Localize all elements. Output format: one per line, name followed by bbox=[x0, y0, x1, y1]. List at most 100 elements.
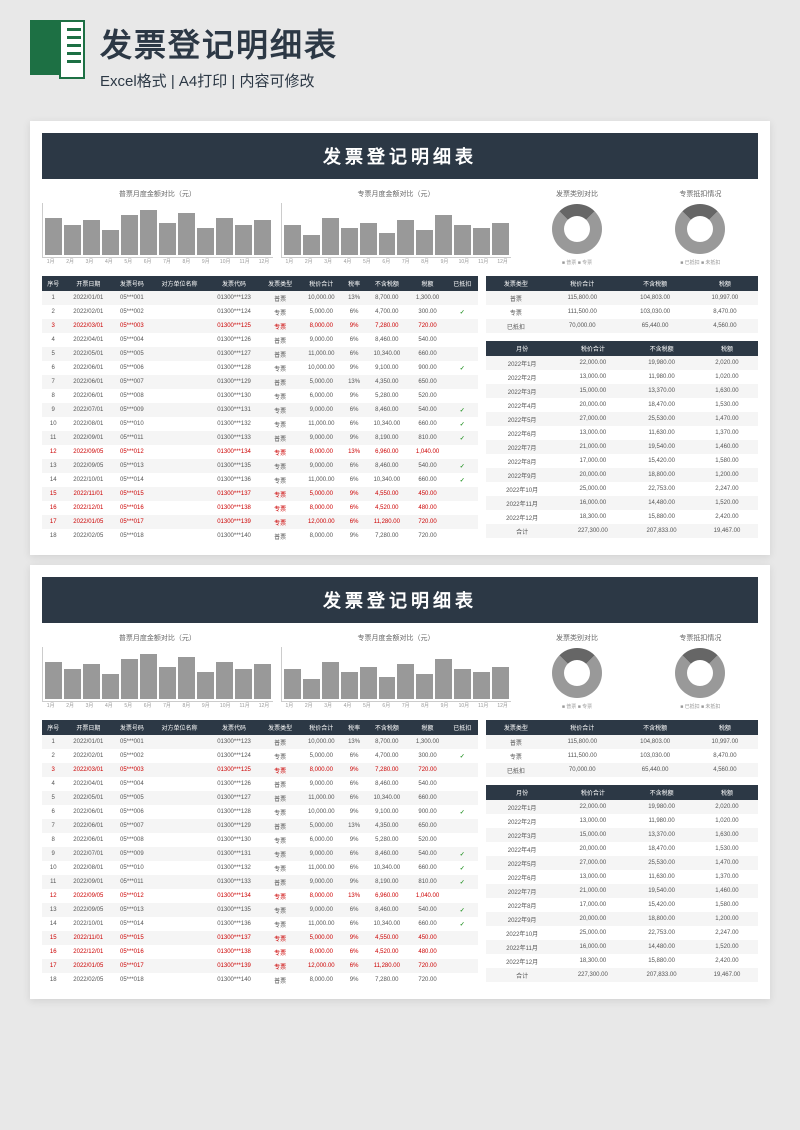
table-cell: 05***004 bbox=[112, 777, 151, 791]
table-cell: 2022/09/05 bbox=[64, 459, 112, 473]
table-cell: 2,020.00 bbox=[696, 356, 758, 370]
table-cell: 01300***131 bbox=[208, 403, 261, 417]
table-cell: 450.00 bbox=[408, 931, 446, 945]
table-cell: 14 bbox=[42, 917, 64, 931]
table-cell: 2022年10月 bbox=[486, 926, 559, 940]
table-cell: 10,340.00 bbox=[365, 791, 408, 805]
table-cell bbox=[151, 791, 207, 805]
table-cell: 18,470.00 bbox=[627, 398, 696, 412]
spreadsheet-preview: 发票登记明细表 普票月度金额对比（元） 1月2月3月4月5月6月7月8月9月10… bbox=[30, 565, 770, 999]
table-cell: 70,000.00 bbox=[546, 319, 618, 333]
table-row: 162022/12/0105***01601300***138专票8,000.0… bbox=[42, 501, 478, 515]
table-cell: 9% bbox=[343, 389, 365, 403]
table-cell: ✓ bbox=[447, 861, 478, 875]
table-cell: 01300***133 bbox=[208, 431, 261, 445]
table-cell: 20,000.00 bbox=[558, 468, 627, 482]
table-header: 税价合计 bbox=[558, 341, 627, 356]
donut-chart-1: 发票类别对比 ■ 普票 ■ 专票 bbox=[519, 189, 634, 266]
table-cell: 01300***135 bbox=[208, 459, 261, 473]
table-cell: 11,980.00 bbox=[627, 814, 696, 828]
table-cell: 13% bbox=[343, 819, 365, 833]
table-cell: 13 bbox=[42, 903, 64, 917]
table-cell: 2 bbox=[42, 305, 64, 319]
table-cell: 5 bbox=[42, 347, 64, 361]
table-cell: 2022年12月 bbox=[486, 954, 559, 968]
table-cell: 10,000.00 bbox=[300, 291, 343, 305]
table-cell: 01300***137 bbox=[208, 931, 261, 945]
table-cell: 普票 bbox=[260, 375, 299, 389]
table-cell: 22,753.00 bbox=[627, 926, 696, 940]
table-cell: 专票 bbox=[260, 473, 299, 487]
table-cell: 8,190.00 bbox=[365, 875, 408, 889]
table-cell: 2022/12/01 bbox=[64, 945, 112, 959]
table-cell: 2022年7月 bbox=[486, 440, 559, 454]
table-cell: 2022/02/01 bbox=[64, 305, 112, 319]
table-cell: 8,000.00 bbox=[300, 973, 343, 987]
table-cell: 9% bbox=[343, 529, 365, 543]
table-cell: 19,980.00 bbox=[627, 800, 696, 814]
table-cell: 650.00 bbox=[408, 375, 446, 389]
check-icon: ✓ bbox=[460, 478, 465, 484]
table-cell: ✓ bbox=[447, 431, 478, 445]
table-cell bbox=[151, 305, 207, 319]
table-cell: 660.00 bbox=[408, 861, 446, 875]
table-cell: 2022/03/01 bbox=[64, 319, 112, 333]
table-cell: 19,467.00 bbox=[696, 524, 758, 538]
table-cell: 普票 bbox=[260, 333, 299, 347]
table-cell: 9 bbox=[42, 847, 64, 861]
table-cell: ✓ bbox=[447, 361, 478, 375]
table-cell: ✓ bbox=[447, 403, 478, 417]
table-cell bbox=[151, 473, 207, 487]
table-cell: 8,700.00 bbox=[365, 291, 408, 305]
table-cell bbox=[447, 487, 478, 501]
table-cell: 4,560.00 bbox=[692, 763, 758, 777]
table-cell: 01300***130 bbox=[208, 389, 261, 403]
table-cell: 27,000.00 bbox=[558, 412, 627, 426]
table-header: 月份 bbox=[486, 341, 559, 356]
table-cell: 01300***137 bbox=[208, 487, 261, 501]
table-header: 税额 bbox=[408, 276, 446, 291]
table-row: 22022/02/0105***00201300***124专票5,000.00… bbox=[42, 749, 478, 763]
table-cell: 18 bbox=[42, 529, 64, 543]
table-cell: 05***014 bbox=[112, 473, 151, 487]
check-icon: ✓ bbox=[460, 810, 465, 816]
table-cell bbox=[151, 847, 207, 861]
table-cell: 05***006 bbox=[112, 361, 151, 375]
table-cell: ✓ bbox=[447, 903, 478, 917]
table-row: 2022年10月25,000.0022,753.002,247.00 bbox=[486, 926, 758, 940]
table-cell: 2,420.00 bbox=[696, 510, 758, 524]
table-row: 52022/05/0105***00501300***127普票11,000.0… bbox=[42, 791, 478, 805]
month-summary-table: 月份税价合计不含税额税额 2022年1月22,000.0019,980.002,… bbox=[486, 341, 758, 538]
table-cell: 2022年7月 bbox=[486, 884, 559, 898]
table-cell: 1,460.00 bbox=[696, 440, 758, 454]
table-cell: 05***012 bbox=[112, 445, 151, 459]
table-cell: 660.00 bbox=[408, 473, 446, 487]
table-cell: 12,000.00 bbox=[300, 515, 343, 529]
table-cell bbox=[447, 735, 478, 749]
table-cell: 已抵扣 bbox=[486, 319, 546, 333]
table-cell: 1 bbox=[42, 735, 64, 749]
table-row: 82022/06/0105***00801300***130专票6,000.00… bbox=[42, 389, 478, 403]
table-row: 2022年6月13,000.0011,630.001,370.00 bbox=[486, 870, 758, 884]
table-cell: 6% bbox=[343, 403, 365, 417]
table-cell: 207,833.00 bbox=[627, 524, 696, 538]
table-cell: 01300***123 bbox=[208, 735, 261, 749]
table-cell: 11,980.00 bbox=[627, 370, 696, 384]
table-cell: ✓ bbox=[447, 847, 478, 861]
table-cell: 05***005 bbox=[112, 791, 151, 805]
table-cell: 01300***129 bbox=[208, 819, 261, 833]
check-icon: ✓ bbox=[460, 464, 465, 470]
table-cell: 专票 bbox=[486, 305, 546, 319]
table-cell bbox=[151, 903, 207, 917]
table-cell: 2022/11/01 bbox=[64, 487, 112, 501]
table-cell: 5 bbox=[42, 791, 64, 805]
table-cell: 70,000.00 bbox=[546, 763, 618, 777]
table-cell: 6% bbox=[343, 959, 365, 973]
table-cell: 27,000.00 bbox=[558, 856, 627, 870]
table-header: 序号 bbox=[42, 276, 64, 291]
table-cell: 05***018 bbox=[112, 973, 151, 987]
table-cell bbox=[151, 875, 207, 889]
table-cell: 9,000.00 bbox=[300, 431, 343, 445]
table-row: 2022年3月15,000.0013,370.001,630.00 bbox=[486, 828, 758, 842]
table-cell: 7 bbox=[42, 819, 64, 833]
